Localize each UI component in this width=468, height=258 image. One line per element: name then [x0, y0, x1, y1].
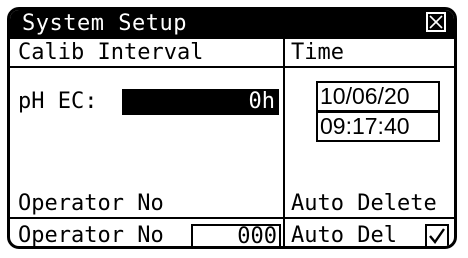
auto-del-label: Auto Del — [291, 223, 397, 248]
operator-header-underline — [10, 217, 283, 219]
calib-interval-header: Calib Interval — [18, 40, 204, 65]
system-setup-screen: System Setup Calib Interval pH EC: 0h Ti… — [0, 0, 468, 258]
dialog-title: System Setup — [22, 11, 187, 36]
operator-no-header: Operator No — [18, 191, 164, 216]
date-field[interactable]: 10/06/20 — [316, 81, 440, 112]
operator-no-label: Operator No — [18, 223, 164, 248]
close-button[interactable] — [426, 12, 446, 32]
auto-delete-header-underline — [285, 217, 454, 219]
time-header: Time — [291, 40, 344, 65]
checkmark-icon — [429, 228, 445, 244]
close-x-icon — [429, 15, 443, 29]
ph-ec-interval-field[interactable]: 0h — [122, 89, 279, 115]
time-header-underline — [285, 66, 454, 68]
calib-header-underline — [10, 66, 283, 68]
title-bar: System Setup — [10, 10, 454, 39]
dialog-frame: System Setup Calib Interval pH EC: 0h Ti… — [7, 7, 457, 249]
ph-ec-label: pH EC: — [18, 89, 98, 114]
operator-no-field[interactable]: 000 — [191, 224, 281, 246]
clock-field[interactable]: 09:17:40 — [316, 111, 440, 142]
auto-delete-header: Auto Delete — [291, 191, 437, 216]
auto-del-checkbox[interactable] — [425, 224, 449, 246]
